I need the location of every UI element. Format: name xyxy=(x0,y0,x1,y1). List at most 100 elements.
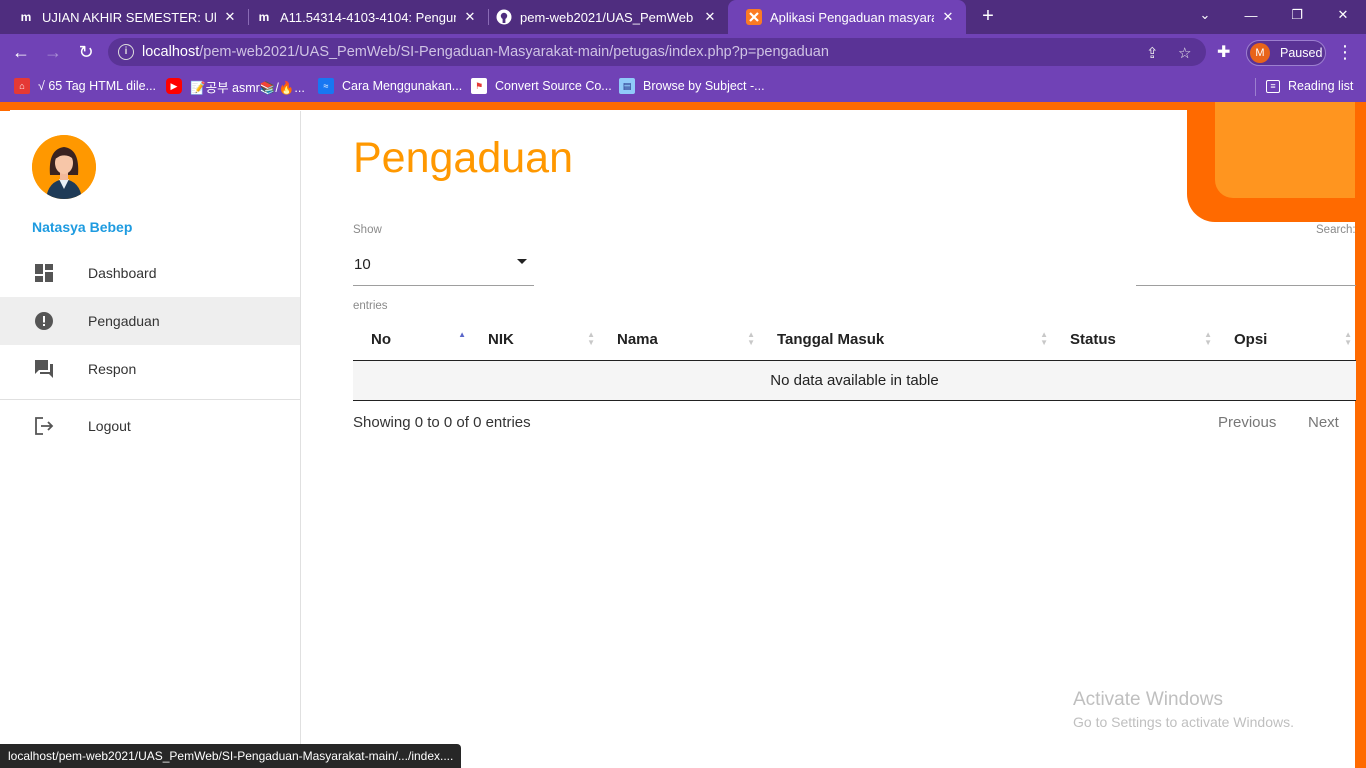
table-info: Showing 0 to 0 of 0 entries xyxy=(353,414,531,431)
column-label: Opsi xyxy=(1234,331,1268,349)
bookmark-item[interactable]: ≈ Cara Menggunakan... xyxy=(318,77,462,95)
column-header-tanggal-masuk[interactable]: Tanggal Masuk ▲ ▼ xyxy=(759,320,1052,361)
reading-list-icon: ≡ xyxy=(1266,79,1280,93)
column-label: Nama xyxy=(617,331,658,349)
entries-length-value: 10 xyxy=(354,256,371,273)
browser-toolbar: ← → ↻ i localhost/pem-web2021/UAS_PemWeb… xyxy=(0,34,1366,70)
previous-button[interactable]: Previous xyxy=(1218,414,1276,431)
sidebar-item-label: Logout xyxy=(88,418,131,434)
sort-icon: ▲ ▼ xyxy=(1204,330,1212,347)
column-label: Tanggal Masuk xyxy=(777,331,885,349)
bookmark-star-icon[interactable]: ☆ xyxy=(1178,44,1191,62)
column-header-nama[interactable]: Nama ▲ ▼ xyxy=(599,320,759,361)
link-status-bar: localhost/pem-web2021/UAS_PemWeb/SI-Peng… xyxy=(0,744,462,768)
entries-label: entries xyxy=(353,300,388,312)
restore-button[interactable]: ❐ xyxy=(1274,0,1320,30)
dashboard-icon xyxy=(34,263,54,283)
back-button[interactable]: ← xyxy=(8,39,34,65)
close-tab-icon[interactable]: ✕ xyxy=(940,9,956,25)
search-input[interactable] xyxy=(1136,252,1356,286)
tab-title: A11.54314-4103-4104: Pengump xyxy=(280,9,456,25)
bookmark-item[interactable]: ⚑ Convert Source Co... xyxy=(471,77,612,95)
browser-tab-1[interactable]: m UJIAN AKHIR SEMESTER: Ulasan p ✕ xyxy=(0,0,248,34)
address-bar[interactable]: i localhost/pem-web2021/UAS_PemWeb/SI-Pe… xyxy=(108,38,1206,66)
browser-tab-3[interactable]: pem-web2021/UAS_PemWeb at ✕ xyxy=(478,0,728,34)
bookmark-label: 📝공부 asmr📚/🔥... xyxy=(190,80,305,95)
github-icon xyxy=(496,9,512,25)
column-header-no[interactable]: No ▲ xyxy=(353,320,470,361)
column-label: NIK xyxy=(488,331,514,349)
forward-button[interactable]: → xyxy=(40,39,66,65)
browser-tab-2[interactable]: m A11.54314-4103-4104: Pengump ✕ xyxy=(238,0,488,34)
sidebar: Natasya Bebep Dashboard Pengaduan Respon… xyxy=(0,111,301,768)
tab-title: Aplikasi Pengaduan masyarakat xyxy=(770,9,934,25)
sidebar-item-respon[interactable]: Respon xyxy=(0,345,300,393)
bookmark-label: Browse by Subject -... xyxy=(643,79,765,93)
column-header-nik[interactable]: NIK ▲ ▼ xyxy=(470,320,599,361)
dropdown-arrow-icon xyxy=(517,259,527,264)
browser-tab-4-active[interactable]: Aplikasi Pengaduan masyarakat ✕ xyxy=(728,0,966,34)
next-button[interactable]: Next xyxy=(1308,414,1339,431)
bookmark-label: √ 65 Tag HTML dile... xyxy=(38,79,157,93)
column-label: Status xyxy=(1070,331,1116,349)
bookmark-item[interactable]: ▶ 📝공부 asmr📚/🔥... xyxy=(166,77,305,95)
url-text: localhost/pem-web2021/UAS_PemWeb/SI-Peng… xyxy=(142,44,829,60)
sidebar-item-logout[interactable]: Logout xyxy=(0,402,300,450)
sort-icon: ▲ ▼ xyxy=(1040,330,1048,347)
sort-icon: ▲ ▼ xyxy=(747,330,755,347)
avatar xyxy=(32,135,96,199)
url-host: localhost xyxy=(142,44,200,60)
sidebar-item-label: Pengaduan xyxy=(88,313,160,329)
profile-button[interactable]: M Paused xyxy=(1246,40,1326,66)
decorative-orange-band xyxy=(1355,102,1366,768)
app-page: Natasya Bebep Dashboard Pengaduan Respon… xyxy=(0,102,1366,768)
share-icon[interactable]: ⇪ xyxy=(1146,44,1159,62)
bookmark-label: Convert Source Co... xyxy=(495,79,612,93)
home-icon: ⌂ xyxy=(14,78,30,94)
close-window-button[interactable]: ✕ xyxy=(1320,0,1366,30)
sidebar-item-pengaduan[interactable]: Pengaduan xyxy=(0,297,300,345)
xampp-icon xyxy=(746,9,762,25)
sidebar-item-label: Respon xyxy=(88,361,137,377)
url-path: /pem-web2021/UAS_PemWeb/SI-Pengaduan-Mas… xyxy=(199,44,829,60)
bookmark-label: Cara Menggunakan... xyxy=(342,79,463,93)
column-header-opsi[interactable]: Opsi ▲ ▼ xyxy=(1216,320,1356,361)
activate-windows-title: Activate Windows xyxy=(1073,689,1223,710)
sidebar-item-dashboard[interactable]: Dashboard xyxy=(0,249,300,297)
main-content: Pengaduan Show 10 entries Search: No ▲ NI… xyxy=(353,102,1356,768)
reading-list-button[interactable]: ≡ Reading list xyxy=(1266,77,1353,95)
username: Natasya Bebep xyxy=(32,219,133,235)
activate-windows-subtitle: Go to Settings to activate Windows. xyxy=(1073,714,1294,730)
table-header-row: No ▲ NIK ▲ ▼ Nama ▲ ▼ Tanggal Masuk ▲ ▼ Status ▲… xyxy=(353,320,1356,361)
tab-title: UJIAN AKHIR SEMESTER: Ulasan p xyxy=(42,9,216,25)
logout-icon xyxy=(34,416,54,436)
new-tab-button[interactable]: + xyxy=(976,4,1000,28)
alert-circle-icon xyxy=(34,311,54,331)
tab-title: pem-web2021/UAS_PemWeb at xyxy=(520,9,696,25)
browser-menu-icon[interactable]: ⋮ xyxy=(1336,42,1354,63)
tab-search-chevron-icon[interactable]: ⌄ xyxy=(1182,0,1228,30)
close-tab-icon[interactable]: ✕ xyxy=(462,9,478,25)
reload-button[interactable]: ↻ xyxy=(73,39,99,65)
entries-length-select[interactable]: 10 xyxy=(353,250,534,286)
bookmark-item[interactable]: ▤ Browse by Subject -... xyxy=(619,77,765,95)
site-info-icon[interactable]: i xyxy=(118,44,134,60)
forum-icon xyxy=(34,359,54,379)
bookmark-item[interactable]: ⌂ √ 65 Tag HTML dile... xyxy=(14,77,156,95)
sidebar-item-label: Dashboard xyxy=(88,265,157,281)
page-title: Pengaduan xyxy=(353,134,573,182)
moodle-icon: m xyxy=(258,10,270,24)
column-header-status[interactable]: Status ▲ ▼ xyxy=(1052,320,1216,361)
close-tab-icon[interactable]: ✕ xyxy=(702,9,718,25)
bookmarks-separator xyxy=(1255,78,1256,96)
empty-table-message: No data available in table xyxy=(353,360,1356,401)
sort-icon: ▲ ▼ xyxy=(1344,330,1352,347)
extensions-puzzle-icon[interactable]: ✚ xyxy=(1217,42,1230,62)
close-tab-icon[interactable]: ✕ xyxy=(222,9,238,25)
minimize-button[interactable]: — xyxy=(1228,0,1274,30)
table-row: No data available in table xyxy=(353,360,1356,401)
profile-avatar: M xyxy=(1250,43,1270,63)
sort-icon: ▲ ▼ xyxy=(587,330,595,347)
converter-icon: ⚑ xyxy=(471,78,487,94)
pengaduan-table: No ▲ NIK ▲ ▼ Nama ▲ ▼ Tanggal Masuk ▲ ▼ Status ▲… xyxy=(353,320,1356,401)
